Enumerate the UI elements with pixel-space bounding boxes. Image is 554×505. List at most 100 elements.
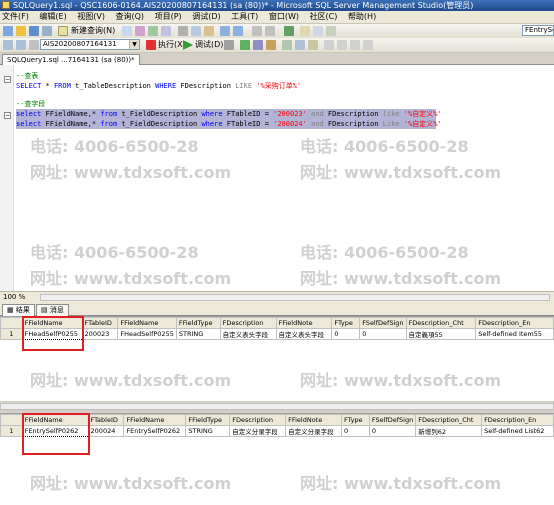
table-cell[interactable]: 自定义表头字段 [275, 328, 333, 340]
start-debug-icon[interactable] [284, 26, 294, 36]
debug-button[interactable]: 调试(D) [195, 39, 223, 51]
disconnect-icon[interactable] [29, 40, 39, 50]
increase-indent-icon[interactable] [363, 40, 373, 50]
document-tab-strip: SQLQuery1.sql ...7164131 (sa (80))* [0, 53, 554, 65]
zoom-level[interactable]: 100 % [3, 292, 25, 302]
debug-play-icon[interactable] [183, 40, 193, 50]
decrease-indent-icon[interactable] [350, 40, 360, 50]
table-cell[interactable]: Self-defined List62 [481, 425, 554, 437]
paste-icon[interactable] [204, 26, 214, 36]
mdx-query-icon[interactable] [148, 26, 158, 36]
menu-debug[interactable]: 调试(D) [190, 12, 222, 21]
column-header[interactable]: FTableID [81, 317, 119, 329]
column-header[interactable]: FFieldNote [285, 414, 342, 426]
object-explorer-icon[interactable] [326, 26, 336, 36]
column-header[interactable]: FDescription_En [475, 317, 554, 329]
column-header[interactable]: FDescription [219, 317, 277, 329]
column-header[interactable]: FFieldType [185, 414, 231, 426]
table-cell[interactable]: 200024 [87, 425, 125, 437]
table-cell[interactable]: 0 [340, 425, 370, 437]
column-header[interactable]: FFieldType [175, 317, 221, 329]
collapse-icon[interactable]: − [4, 112, 11, 119]
column-header[interactable]: FTableID [87, 414, 125, 426]
tab-sqlquery1[interactable]: SQLQuery1.sql ...7164131 (sa (80))* [2, 54, 140, 65]
find-combo[interactable]: FEntrySel [522, 25, 554, 36]
table-cell[interactable]: 0 [331, 328, 361, 340]
redo-icon[interactable] [233, 26, 243, 36]
save-all-icon[interactable] [42, 26, 52, 36]
query-editor[interactable]: − − --查表 SELECT * FROM t_TableDescriptio… [0, 65, 554, 291]
solution-explorer-icon[interactable] [300, 26, 310, 36]
comment-icon[interactable] [324, 40, 334, 50]
db-engine-query-icon[interactable] [122, 26, 132, 36]
connect-icon[interactable] [3, 40, 13, 50]
table-cell[interactable]: 新增列62 [415, 425, 483, 437]
table-cell[interactable]: STRING [175, 328, 221, 340]
cut-icon[interactable] [178, 26, 188, 36]
column-header[interactable]: FSelfDefSign [368, 414, 417, 426]
table-cell[interactable]: 0 [368, 425, 417, 437]
analysis-query-icon[interactable] [135, 26, 145, 36]
properties-icon[interactable] [313, 26, 323, 36]
results-to-grid-icon[interactable] [295, 40, 305, 50]
column-header[interactable]: FSelfDefSign [359, 317, 407, 329]
estimated-plan-icon[interactable] [253, 40, 263, 50]
menu-query[interactable]: 查询(Q) [114, 12, 147, 21]
table-cell[interactable]: 自定义表头字段 [219, 328, 277, 340]
change-connection-icon[interactable] [16, 40, 26, 50]
uncomment-icon[interactable] [337, 40, 347, 50]
menu-tools[interactable]: 工具(T) [229, 12, 260, 21]
column-header[interactable]: FType [340, 414, 370, 426]
sql-editor-toolbar: AIS20200807164131 ▼ 执行(X) 调试(D) [0, 38, 554, 53]
tab-results[interactable]: ▦ 结果 [2, 304, 35, 316]
menu-community[interactable]: 社区(C) [308, 12, 340, 21]
execute-icon[interactable] [146, 40, 156, 50]
table-cell[interactable]: 200023 [81, 328, 119, 340]
editor-horizontal-scrollbar[interactable] [40, 294, 550, 301]
column-header[interactable]: FFieldNote [275, 317, 333, 329]
table-cell[interactable]: 自定義項55 [405, 328, 477, 340]
menu-view[interactable]: 视图(V) [75, 12, 107, 21]
menu-project[interactable]: 项目(P) [153, 12, 184, 21]
database-selector[interactable]: AIS20200807164131 ▼ [40, 39, 140, 50]
cancel-query-icon[interactable] [224, 40, 234, 50]
menu-help[interactable]: 帮助(H) [346, 12, 378, 21]
menu-edit[interactable]: 编辑(E) [37, 12, 68, 21]
row-number[interactable]: 1 [0, 425, 23, 437]
new-file-icon[interactable] [3, 26, 13, 36]
collapse-icon[interactable]: − [4, 76, 11, 83]
new-query-button[interactable]: 新建查询(N) [71, 25, 115, 37]
table-cell[interactable]: Self-defined Item55 [475, 328, 554, 340]
table-cell[interactable]: 自定义分录字段 [229, 425, 287, 437]
xmla-query-icon[interactable] [161, 26, 171, 36]
copy-icon[interactable] [191, 26, 201, 36]
table-cell[interactable]: 0 [359, 328, 407, 340]
open-icon[interactable] [16, 26, 26, 36]
column-header[interactable]: FDescription_Cht [415, 414, 483, 426]
row-number[interactable]: 1 [0, 328, 23, 340]
menu-file[interactable]: 文件(F) [0, 12, 31, 21]
column-header[interactable]: FDescription_Cht [405, 317, 477, 329]
results-to-file-icon[interactable] [308, 40, 318, 50]
table-cell[interactable]: FHeadSelfP0255 [117, 328, 177, 340]
save-icon[interactable] [29, 26, 39, 36]
navigate-forward-icon[interactable] [265, 26, 275, 36]
new-query-icon[interactable] [58, 26, 68, 36]
grid-horizontal-scrollbar[interactable] [0, 403, 554, 410]
tab-messages[interactable]: ▤ 消息 [36, 304, 69, 316]
column-header[interactable]: FDescription [229, 414, 287, 426]
execute-button[interactable]: 执行(X) [158, 39, 186, 51]
table-cell[interactable]: STRING [185, 425, 231, 437]
results-to-text-icon[interactable] [282, 40, 292, 50]
table-cell[interactable]: 自定义分录字段 [285, 425, 342, 437]
column-header[interactable]: FDescription_En [481, 414, 554, 426]
parse-icon[interactable] [240, 40, 250, 50]
column-header[interactable]: FFieldName [117, 317, 177, 329]
column-header[interactable]: FType [331, 317, 361, 329]
undo-icon[interactable] [220, 26, 230, 36]
navigate-back-icon[interactable] [252, 26, 262, 36]
column-header[interactable]: FFieldName [123, 414, 187, 426]
table-cell[interactable]: FEntrySelfP0262 [123, 425, 187, 437]
menu-window[interactable]: 窗口(W) [267, 12, 301, 21]
query-designer-icon[interactable] [266, 40, 276, 50]
